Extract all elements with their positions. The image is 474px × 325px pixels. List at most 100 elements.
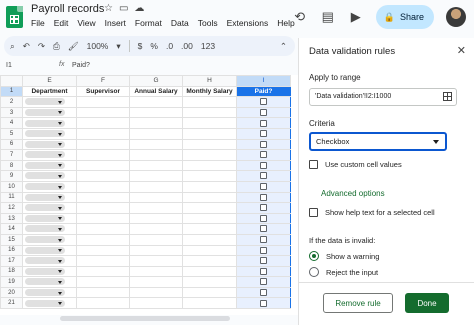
zoom-select[interactable]: 100%: [87, 41, 109, 51]
menu-extensions[interactable]: Extensions: [227, 18, 269, 28]
column-header-g[interactable]: G: [129, 75, 183, 87]
department-dropdown[interactable]: [25, 119, 65, 127]
paid-checkbox[interactable]: [260, 225, 267, 233]
meet-icon[interactable]: ▶: [348, 9, 364, 25]
row-header[interactable]: 1: [0, 85, 23, 98]
monthly-salary-cell[interactable]: [182, 202, 237, 214]
paid-cell[interactable]: [236, 149, 291, 161]
annual-salary-cell[interactable]: [129, 96, 183, 108]
department-cell[interactable]: [22, 106, 77, 119]
star-icon[interactable]: ☆: [104, 3, 113, 14]
supervisor-cell[interactable]: [76, 117, 130, 129]
number-format-button[interactable]: 123: [201, 41, 215, 51]
row-header[interactable]: 20: [0, 286, 23, 299]
paid-cell[interactable]: [236, 159, 291, 172]
row-header[interactable]: 7: [0, 149, 23, 161]
paid-checkbox[interactable]: [260, 257, 267, 265]
column-header-e[interactable]: E: [22, 75, 77, 87]
sheets-logo-icon[interactable]: [6, 6, 23, 28]
row-header[interactable]: 6: [0, 138, 23, 151]
department-dropdown[interactable]: [25, 98, 65, 106]
annual-salary-cell[interactable]: [129, 244, 183, 257]
monthly-salary-cell[interactable]: [182, 276, 237, 288]
annual-salary-cell[interactable]: [129, 159, 183, 172]
paid-cell[interactable]: [236, 106, 291, 119]
monthly-salary-cell[interactable]: [182, 255, 237, 267]
monthly-salary-cell[interactable]: [182, 223, 237, 235]
monthly-salary-cell[interactable]: [182, 265, 237, 278]
supervisor-cell[interactable]: [76, 276, 130, 288]
header-cell-annual-salary[interactable]: Annual Salary: [129, 85, 183, 98]
annual-salary-cell[interactable]: [129, 233, 183, 246]
department-cell[interactable]: [22, 117, 77, 129]
annual-salary-cell[interactable]: [129, 117, 183, 129]
remove-rule-button[interactable]: Remove rule: [323, 293, 393, 313]
paid-cell[interactable]: [236, 223, 291, 235]
column-header-i[interactable]: I: [236, 75, 291, 87]
department-cell[interactable]: [22, 265, 77, 278]
department-dropdown[interactable]: [25, 246, 65, 254]
paid-checkbox[interactable]: [260, 98, 267, 106]
chevron-down-icon[interactable]: ▾: [116, 41, 120, 52]
department-dropdown[interactable]: [25, 299, 65, 307]
department-dropdown[interactable]: [25, 204, 65, 212]
department-cell[interactable]: [22, 191, 77, 204]
department-dropdown[interactable]: [25, 108, 65, 116]
supervisor-cell[interactable]: [76, 191, 130, 204]
show-warning-row[interactable]: Show a warning: [309, 251, 379, 261]
undo-icon[interactable]: ↶: [23, 41, 30, 52]
department-dropdown[interactable]: [25, 172, 65, 180]
department-dropdown[interactable]: [25, 183, 65, 191]
history-icon[interactable]: ⟲: [292, 9, 308, 25]
paid-checkbox[interactable]: [260, 130, 267, 138]
department-cell[interactable]: [22, 138, 77, 151]
supervisor-cell[interactable]: [76, 138, 130, 151]
supervisor-cell[interactable]: [76, 202, 130, 214]
monthly-salary-cell[interactable]: [182, 159, 237, 172]
paid-checkbox[interactable]: [260, 214, 267, 222]
annual-salary-cell[interactable]: [129, 127, 183, 140]
custom-values-row[interactable]: Use custom cell values: [309, 160, 402, 169]
document-title[interactable]: Payroll records: [31, 3, 104, 15]
annual-salary-cell[interactable]: [129, 180, 183, 193]
monthly-salary-cell[interactable]: [182, 212, 237, 225]
row-header[interactable]: 21: [0, 297, 23, 310]
department-cell[interactable]: [22, 170, 77, 182]
department-dropdown[interactable]: [25, 267, 65, 275]
department-dropdown[interactable]: [25, 225, 65, 233]
row-header[interactable]: 17: [0, 255, 23, 267]
row-header[interactable]: 12: [0, 202, 23, 214]
monthly-salary-cell[interactable]: [182, 286, 237, 299]
paid-cell[interactable]: [236, 96, 291, 108]
paid-cell[interactable]: [236, 233, 291, 246]
column-header-h[interactable]: H: [182, 75, 237, 87]
annual-salary-cell[interactable]: [129, 255, 183, 267]
monthly-salary-cell[interactable]: [182, 149, 237, 161]
menu-view[interactable]: View: [77, 18, 95, 28]
menu-insert[interactable]: Insert: [105, 18, 126, 28]
department-cell[interactable]: [22, 297, 77, 310]
menu-file[interactable]: File: [31, 18, 45, 28]
department-cell[interactable]: [22, 255, 77, 267]
row-header[interactable]: 13: [0, 212, 23, 225]
department-dropdown[interactable]: [25, 257, 65, 265]
row-header[interactable]: 5: [0, 127, 23, 140]
annual-salary-cell[interactable]: [129, 202, 183, 214]
row-header[interactable]: 10: [0, 180, 23, 193]
comments-icon[interactable]: ▤: [320, 9, 336, 25]
monthly-salary-cell[interactable]: [182, 180, 237, 193]
print-icon[interactable]: ⎙: [53, 41, 60, 52]
row-header[interactable]: 2: [0, 96, 23, 108]
supervisor-cell[interactable]: [76, 106, 130, 119]
menu-tools[interactable]: Tools: [198, 18, 218, 28]
supervisor-cell[interactable]: [76, 212, 130, 225]
redo-icon[interactable]: ↷: [38, 41, 45, 52]
paid-checkbox[interactable]: [260, 151, 267, 159]
avatar[interactable]: [446, 7, 466, 27]
department-cell[interactable]: [22, 180, 77, 193]
paid-cell[interactable]: [236, 297, 291, 310]
annual-salary-cell[interactable]: [129, 276, 183, 288]
paid-cell[interactable]: [236, 265, 291, 278]
paid-checkbox[interactable]: [260, 172, 267, 180]
monthly-salary-cell[interactable]: [182, 96, 237, 108]
